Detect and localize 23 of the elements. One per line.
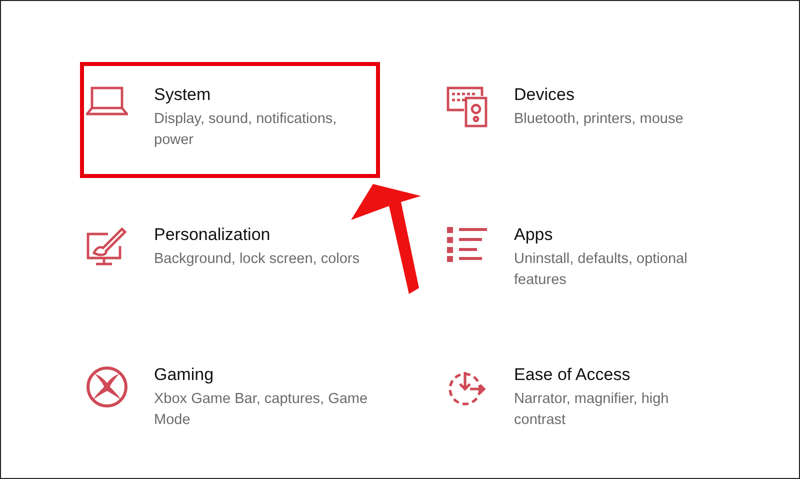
setting-description: Bluetooth, printers, mouse: [514, 110, 684, 129]
setting-title: Gaming: [154, 364, 214, 386]
setting-title: Ease of Access: [514, 364, 630, 386]
setting-title: Personalization: [154, 224, 270, 246]
settings-item[interactable]: Apps Uninstall, defaults, optional features: [440, 202, 760, 318]
list-icon: [446, 226, 488, 262]
setting-description: Uninstall, defaults, optional features: [514, 250, 688, 290]
keyboard-speaker-icon: [446, 86, 488, 128]
settings-item[interactable]: Ease of Access Narrator, magnifier, high contrast: [440, 342, 760, 458]
setting-description: Background, lock screen, colors: [154, 250, 360, 269]
setting-description: Xbox Game Bar, captures, Game Mode: [154, 390, 369, 430]
settings-item[interactable]: System Display, sound, notifications, power: [80, 62, 380, 178]
setting-title: System: [154, 84, 211, 106]
settings-item[interactable]: Personalization Background, lock screen, colors: [80, 202, 380, 318]
setting-title: Apps: [514, 224, 553, 246]
xbox-icon: [86, 366, 128, 408]
laptop-icon: [86, 86, 128, 116]
setting-description: Display, sound, notifications, power: [154, 110, 338, 150]
settings-item[interactable]: Gaming Xbox Game Bar, captures, Game Mode: [80, 342, 380, 458]
setting-description: Narrator, magnifier, high contrast: [514, 390, 670, 430]
setting-title: Devices: [514, 84, 574, 106]
settings-item[interactable]: Devices Bluetooth, printers, mouse: [440, 62, 760, 178]
monitor-brush-icon: [86, 226, 128, 268]
